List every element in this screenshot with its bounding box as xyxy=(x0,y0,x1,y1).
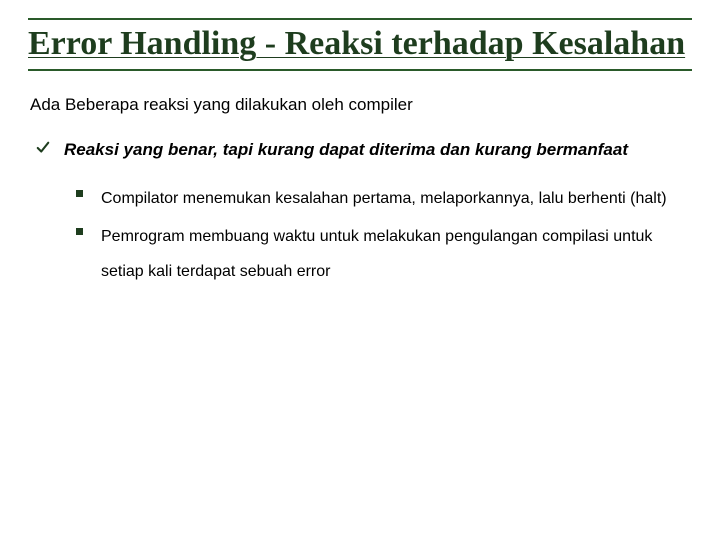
intro-text: Ada Beberapa reaksi yang dilakukan oleh … xyxy=(30,93,692,117)
checkmark-icon xyxy=(36,141,50,155)
slide-title: Error Handling - Reaksi terhadap Kesalah… xyxy=(28,24,692,63)
subhead-row: Reaksi yang benar, tapi kurang dapat dit… xyxy=(36,135,692,166)
list-item: Compilator menemukan kesalahan pertama, … xyxy=(76,181,692,216)
title-block: Error Handling - Reaksi terhadap Kesalah… xyxy=(28,18,692,71)
list-item: Pemrogram membuang waktu untuk melakukan… xyxy=(76,219,692,289)
bullet-text: Pemrogram membuang waktu untuk melakukan… xyxy=(101,219,692,289)
bullet-icon xyxy=(76,190,83,197)
bullet-text: Compilator menemukan kesalahan pertama, … xyxy=(101,181,667,216)
bullet-icon xyxy=(76,228,83,235)
subhead-text: Reaksi yang benar, tapi kurang dapat dit… xyxy=(64,135,628,166)
